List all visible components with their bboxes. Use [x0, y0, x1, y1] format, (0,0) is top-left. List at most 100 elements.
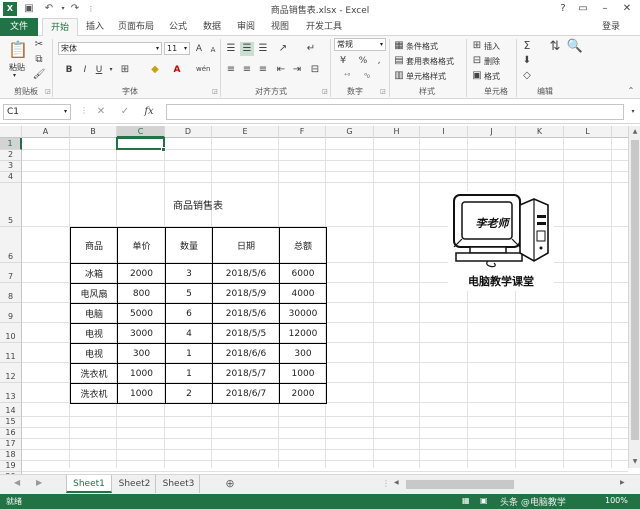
row-header-9[interactable]: 9	[0, 303, 22, 323]
tab-file[interactable]: 文件	[0, 18, 38, 36]
table-cell[interactable]: 2000	[117, 263, 166, 284]
cut-icon[interactable]: ✂	[32, 38, 46, 52]
row-header-11[interactable]: 11	[0, 343, 22, 363]
table-cell[interactable]: 1000	[117, 363, 166, 384]
collapse-ribbon-icon[interactable]: ⌃	[624, 84, 638, 98]
tab-developer[interactable]: 开发工具	[302, 18, 346, 36]
table-cell[interactable]: 4	[165, 323, 213, 344]
table-cell[interactable]: 洗衣机	[70, 383, 118, 404]
paste-button[interactable]: 粘贴	[9, 62, 25, 73]
align-bottom-icon[interactable]: ☰	[256, 42, 270, 56]
tab-home[interactable]: 开始	[42, 18, 78, 37]
table-cell[interactable]: 5000	[117, 303, 166, 324]
worksheet-grid[interactable]: ABCDEFGHIJKL 1 2 3 4 5 6 7 8 9 10 11 12 13 14 15 16 17 18…	[0, 126, 628, 494]
row-header-6[interactable]: 6	[0, 227, 22, 263]
table-cell[interactable]: 1	[165, 343, 213, 364]
sales-table-title[interactable]: 商品销售表	[70, 197, 326, 212]
table-cell[interactable]: 电视	[70, 323, 118, 344]
orientation-icon[interactable]: ↗	[276, 42, 290, 56]
select-all-corner[interactable]	[0, 126, 22, 138]
column-header-j[interactable]: J	[468, 126, 516, 138]
table-cell[interactable]: 6	[165, 303, 213, 324]
table-cell[interactable]: 电脑	[70, 303, 118, 324]
tab-view[interactable]: 视图	[268, 18, 292, 36]
row-header-17[interactable]: 17	[0, 439, 22, 450]
table-cell[interactable]: 300	[279, 343, 327, 364]
format-painter-icon[interactable]: 🖌	[32, 68, 46, 82]
tab-split-handle[interactable]: ⋮	[382, 479, 390, 488]
table-cell[interactable]: 数量	[165, 227, 213, 264]
merge-center-icon[interactable]: ⊟	[308, 63, 322, 77]
column-header-i[interactable]: I	[420, 126, 468, 138]
vertical-scrollbar[interactable]: ▲ ▼	[628, 126, 640, 468]
table-cell[interactable]: 1000	[117, 383, 166, 404]
column-header-e[interactable]: E	[212, 126, 279, 138]
enter-icon[interactable]: ✓	[118, 105, 132, 119]
scroll-right-icon[interactable]: ▶	[620, 479, 625, 486]
normal-view-icon[interactable]: ▦	[462, 496, 470, 505]
font-launcher-icon[interactable]: ◲	[212, 88, 218, 95]
row-header-16[interactable]: 16	[0, 428, 22, 439]
alignment-launcher-icon[interactable]: ◲	[322, 88, 328, 95]
row-header-13[interactable]: 13	[0, 383, 22, 403]
prev-sheet-icon[interactable]: ◀	[14, 478, 20, 487]
table-cell[interactable]: 2000	[279, 383, 327, 404]
table-cell[interactable]: 6000	[279, 263, 327, 284]
drag-handle-icon[interactable]: ⋮	[80, 106, 88, 115]
ribbon-display-icon[interactable]: ▭	[572, 1, 594, 17]
comma-style-button[interactable]: ,	[372, 54, 386, 68]
row-header-15[interactable]: 15	[0, 417, 22, 428]
phonetic-icon[interactable]: wén	[196, 62, 210, 76]
bold-button[interactable]: B	[62, 63, 76, 77]
underline-dropdown-icon[interactable]: ▾	[104, 63, 118, 77]
fill-icon[interactable]: ⬇	[520, 54, 534, 68]
column-header-f[interactable]: F	[279, 126, 326, 138]
row-header-7[interactable]: 7	[0, 263, 22, 283]
scroll-left-icon[interactable]: ◀	[394, 479, 399, 486]
row-header-12[interactable]: 12	[0, 363, 22, 383]
table-cell[interactable]: 冰箱	[70, 263, 118, 284]
table-cell[interactable]: 洗衣机	[70, 363, 118, 384]
conditional-format-button[interactable]: 条件格式	[406, 41, 438, 52]
page-layout-view-icon[interactable]: ▣	[480, 496, 488, 505]
paste-dropdown-icon[interactable]: ▾	[13, 72, 16, 79]
currency-icon[interactable]: ¥	[336, 54, 350, 68]
increase-indent-icon[interactable]: ⇥	[290, 63, 304, 77]
column-header-g[interactable]: G	[326, 126, 374, 138]
name-box[interactable]: C1 ▾	[3, 104, 71, 120]
increase-decimal-icon[interactable]: ⁺⁰	[340, 69, 354, 83]
tab-page-layout[interactable]: 页面布局	[116, 18, 156, 36]
align-middle-icon[interactable]: ☰	[240, 42, 254, 56]
format-cells-button[interactable]: 格式	[484, 71, 500, 82]
table-cell[interactable]: 4000	[279, 283, 327, 304]
column-header-d[interactable]: D	[165, 126, 212, 138]
table-cell[interactable]: 1000	[279, 363, 327, 384]
autosum-icon[interactable]: Σ	[520, 39, 534, 53]
column-header-k[interactable]: K	[516, 126, 564, 138]
table-cell[interactable]: 1	[165, 363, 213, 384]
sign-in-link[interactable]: 登录	[596, 18, 626, 36]
table-cell[interactable]: 2018/6/7	[212, 383, 280, 404]
vertical-scroll-thumb[interactable]	[631, 140, 639, 440]
table-cell[interactable]: 2018/5/9	[212, 283, 280, 304]
table-cell[interactable]: 电视	[70, 343, 118, 364]
table-cell[interactable]: 2018/6/6	[212, 343, 280, 364]
row-header-10[interactable]: 10	[0, 323, 22, 343]
clipboard-launcher-icon[interactable]: ◲	[45, 88, 51, 95]
expand-formula-bar-icon[interactable]: ▾	[626, 105, 640, 119]
tab-data[interactable]: 数据	[200, 18, 224, 36]
table-cell[interactable]: 商品	[70, 227, 118, 264]
shrink-font-icon[interactable]: A	[206, 43, 220, 57]
table-cell[interactable]: 800	[117, 283, 166, 304]
table-cell[interactable]: 3000	[117, 323, 166, 344]
grow-font-icon[interactable]: A	[192, 42, 206, 56]
table-cell[interactable]: 30000	[279, 303, 327, 324]
scroll-down-icon[interactable]: ▼	[630, 456, 640, 468]
row-header-19[interactable]: 19	[0, 461, 22, 472]
decrease-decimal-icon[interactable]: ⁰₀	[360, 69, 374, 83]
column-header-b[interactable]: B	[70, 126, 117, 138]
formula-input[interactable]	[166, 104, 624, 120]
row-header-5[interactable]: 5	[0, 183, 22, 227]
sort-filter-icon[interactable]: ⇅	[546, 40, 564, 58]
row-header-3[interactable]: 3	[0, 161, 22, 172]
